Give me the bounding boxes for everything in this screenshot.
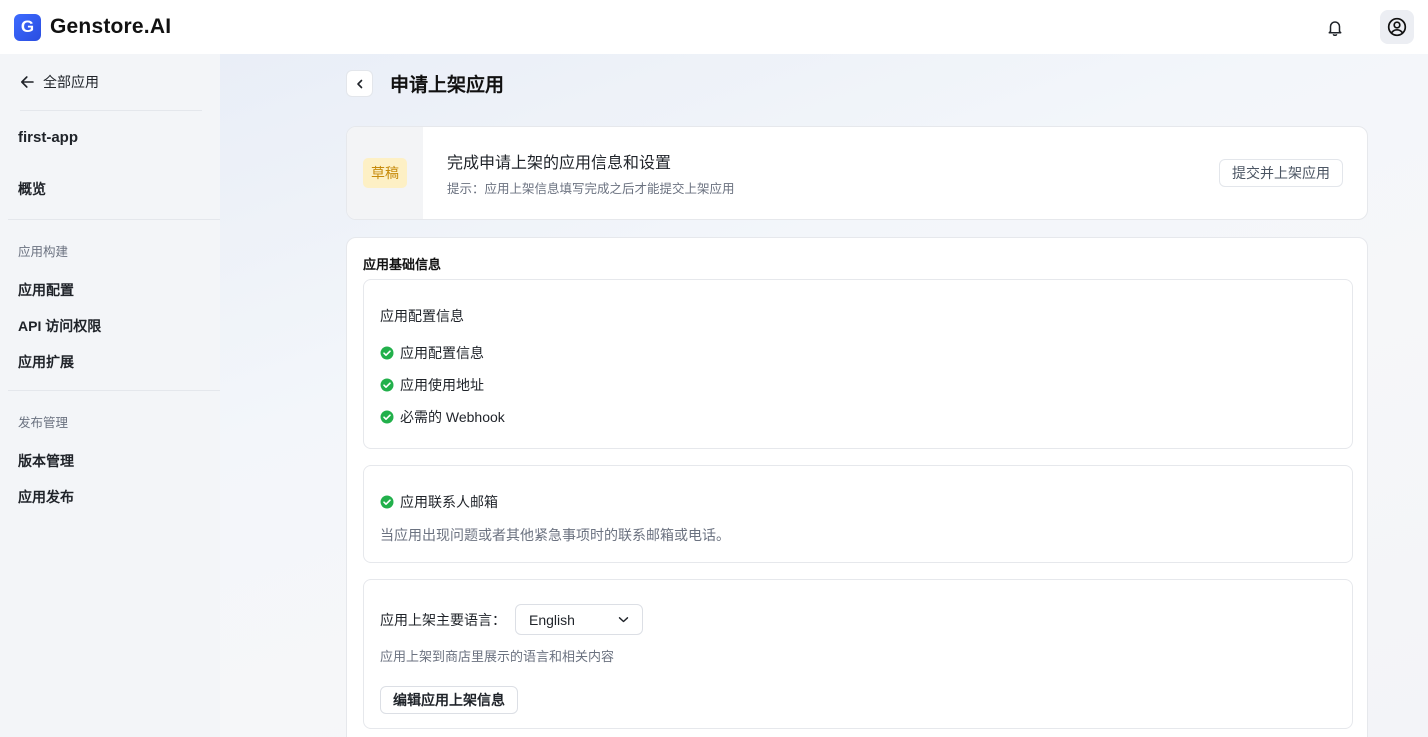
check-label: 应用配置信息 [400, 345, 484, 361]
current-app-name: first-app [18, 129, 78, 146]
status-badge-area: 草稿 [347, 127, 423, 219]
check-circle-icon [380, 346, 394, 360]
submission-status-card: 草稿 完成申请上架的应用信息和设置 提示：应用上架信息填写完成之后才能提交上架应… [346, 126, 1368, 220]
check-circle-icon [380, 410, 394, 424]
contact-email-description: 当应用出现问题或者其他紧急事项时的联系邮箱或电话。 [380, 527, 730, 543]
language-selected-value: English [529, 611, 575, 628]
brand-name: Genstore.AI [50, 15, 172, 38]
list-item: 必需的 Webhook [380, 401, 1336, 433]
contact-email-label: 应用联系人邮箱 [400, 494, 498, 510]
language-label: 应用上架主要语言： [380, 611, 506, 628]
back-button[interactable] [346, 70, 373, 97]
contact-email-card: 应用联系人邮箱 当应用出现问题或者其他紧急事项时的联系邮箱或电话。 [363, 465, 1353, 563]
basic-info-card: 应用基础信息 应用配置信息 应用配置信息 应用使用地址 必需的 Webhook … [346, 237, 1368, 737]
sidebar-section-release: 发布管理 [18, 416, 69, 430]
language-row: 应用上架主要语言： English [380, 604, 1336, 635]
config-info-card: 应用配置信息 应用配置信息 应用使用地址 必需的 Webhook [363, 279, 1353, 449]
page-title: 申请上架应用 [390, 75, 505, 96]
chevron-left-icon [356, 79, 362, 88]
page-header: 申请上架应用 [346, 70, 504, 97]
submit-and-publish-button[interactable]: 提交并上架应用 [1219, 159, 1343, 187]
arrow-left-icon [21, 76, 34, 88]
status-badge: 草稿 [363, 158, 407, 188]
sidebar-item-app-config[interactable]: 应用配置 [10, 272, 212, 308]
basic-info-title: 应用基础信息 [363, 257, 442, 272]
header-actions [1320, 10, 1414, 44]
check-circle-icon [380, 378, 394, 392]
sidebar-section-build: 应用构建 [18, 245, 69, 259]
main-content: 申请上架应用 草稿 完成申请上架的应用信息和设置 提示：应用上架信息填写完成之后… [220, 54, 1428, 737]
status-title: 完成申请上架的应用信息和设置 [447, 155, 672, 172]
sidebar-item-app-extensions[interactable]: 应用扩展 [10, 344, 212, 380]
sidebar-item-overview[interactable]: 概览 [10, 171, 212, 207]
config-info-heading: 应用配置信息 [380, 308, 464, 324]
status-text: 完成申请上架的应用信息和设置 提示：应用上架信息填写完成之后才能提交上架应用 [447, 149, 735, 197]
user-circle-icon[interactable] [1380, 10, 1414, 44]
status-hint: 提示：应用上架信息填写完成之后才能提交上架应用 [447, 182, 735, 196]
language-card: 应用上架主要语言： English 应用上架到商店里展示的语言和相关内容 编辑应… [363, 579, 1353, 729]
list-item: 应用使用地址 [380, 369, 1336, 401]
genstore-logo-icon: G [14, 13, 41, 41]
language-select[interactable]: English [515, 604, 643, 635]
config-check-list: 应用配置信息 应用使用地址 必需的 Webhook [380, 337, 1336, 433]
back-to-all-apps-link[interactable]: 全部应用 [10, 54, 212, 110]
sidebar-item-version-management[interactable]: 版本管理 [10, 443, 212, 479]
top-header: G Genstore.AI [0, 0, 1428, 54]
check-label: 必需的 Webhook [400, 409, 505, 425]
chevron-down-icon [618, 617, 629, 623]
check-circle-icon [380, 495, 394, 509]
language-description: 应用上架到商店里展示的语言和相关内容 [380, 649, 615, 664]
list-item: 应用配置信息 [380, 337, 1336, 369]
check-label: 应用使用地址 [400, 377, 484, 393]
sidebar-item-api-access[interactable]: API 访问权限 [10, 308, 212, 344]
sidebar-divider [8, 390, 222, 391]
contact-email-row: 应用联系人邮箱 [380, 486, 1336, 518]
sidebar-divider [8, 219, 222, 220]
back-link-label: 全部应用 [43, 74, 99, 90]
sidebar: 全部应用 first-app 概览 应用构建 应用配置 API 访问权限 应用扩… [0, 54, 222, 737]
edit-listing-info-button[interactable]: 编辑应用上架信息 [380, 686, 518, 714]
bell-icon[interactable] [1320, 12, 1350, 42]
sidebar-item-app-publish[interactable]: 应用发布 [10, 479, 212, 515]
